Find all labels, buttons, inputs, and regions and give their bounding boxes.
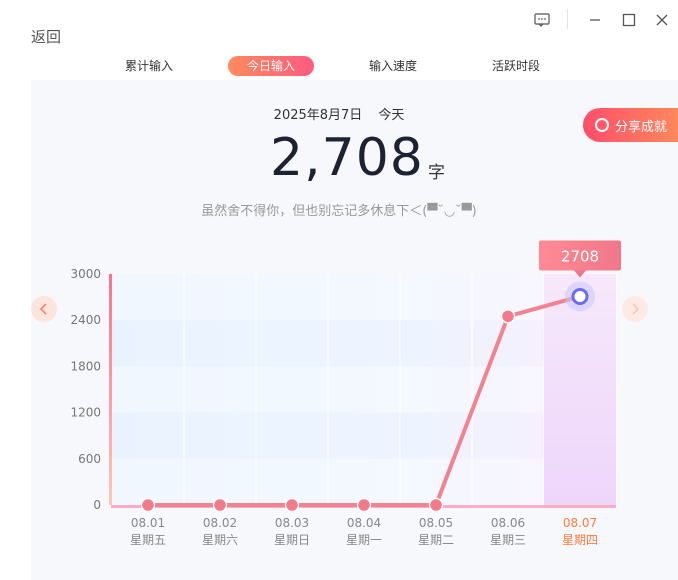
daily-input-chart: 0 600 1200 1800 2400 3000 08.01 星期五 08.02 星期六 08.…: [70, 240, 621, 547]
y-tick-label: 1800: [70, 359, 101, 373]
x-tick-label: 08.07: [563, 516, 597, 530]
data-point: [356, 497, 372, 513]
x-weekday-label: 星期五: [130, 533, 166, 547]
data-point: [212, 497, 228, 513]
y-tick-label: 1200: [70, 406, 101, 420]
x-weekday-label: 星期四: [562, 533, 598, 547]
value-tag-label: 2708: [561, 247, 599, 265]
x-tick-label: 08.05: [419, 516, 453, 530]
x-tick-label: 08.04: [347, 516, 381, 530]
data-point-active: [571, 287, 589, 305]
y-tick-label: 2400: [70, 313, 101, 327]
data-point: [140, 497, 156, 513]
x-tick-label: 08.01: [131, 516, 165, 530]
y-tick-label: 600: [78, 452, 101, 466]
data-point: [284, 497, 300, 513]
y-tick-label: 0: [93, 498, 101, 512]
grid-band: [111, 274, 616, 321]
x-tick-label: 08.03: [275, 516, 309, 530]
x-weekday-label: 星期六: [202, 533, 238, 547]
x-tick-label: 08.02: [203, 516, 237, 530]
data-point: [500, 309, 516, 324]
y-axis-line: [109, 274, 112, 505]
data-point: [428, 497, 444, 513]
x-weekday-label: 星期二: [418, 533, 454, 547]
y-tick-label: 3000: [70, 267, 101, 281]
x-tick-label: 08.06: [491, 516, 525, 530]
x-weekday-label: 星期一: [346, 533, 382, 547]
grid-band: [111, 366, 616, 413]
x-weekday-label: 星期三: [490, 533, 526, 547]
x-weekday-label: 星期日: [274, 533, 310, 547]
